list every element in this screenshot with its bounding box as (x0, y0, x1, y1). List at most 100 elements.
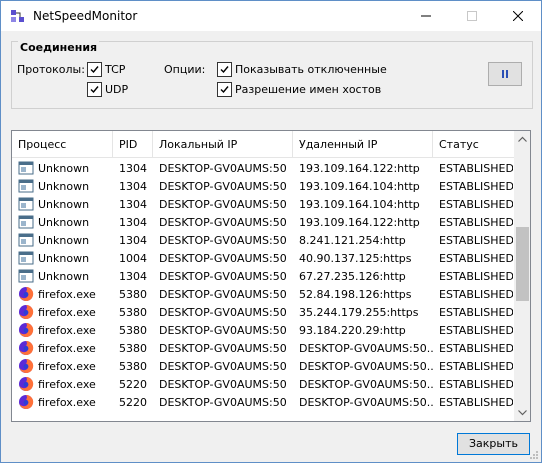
cell-status: ESTABLISHED (439, 342, 513, 355)
column-header-process[interactable]: Процесс (12, 131, 113, 157)
cell-process: firefox.exe (18, 340, 114, 358)
table-row[interactable]: Unknown 1304 DESKTOP-GV0AUMS:50... 193.109.… (12, 214, 514, 232)
cell-local-ip: DESKTOP-GV0AUMS:50... (159, 324, 286, 337)
cell-local-ip: DESKTOP-GV0AUMS:50... (159, 216, 286, 229)
table-row[interactable]: Unknown 1304 DESKTOP-GV0AUMS:50... 193.109.… (12, 178, 514, 196)
table-row[interactable]: firefox.exe 5380 DESKTOP-GV0AUMS:50... 93.1… (12, 322, 514, 340)
show-disconnected-checkbox[interactable]: Показывать отключенные (217, 62, 387, 77)
cell-remote-ip: 8.241.121.254:http (299, 234, 406, 247)
udp-checkbox-box[interactable] (87, 82, 102, 97)
protocols-label: Протоколы: (17, 63, 85, 76)
show-disconnected-checkbox-box[interactable] (217, 62, 232, 77)
scrollbar-thumb[interactable] (516, 227, 529, 301)
vertical-scrollbar[interactable] (514, 131, 530, 421)
cell-local-ip: DESKTOP-GV0AUMS:50... (159, 342, 286, 355)
cell-status: ESTABLISHED (439, 396, 513, 409)
table-row[interactable]: Unknown 1304 DESKTOP-GV0AUMS:50... 193.109.… (12, 196, 514, 214)
process-name: firefox.exe (38, 396, 96, 409)
app-window: NetSpeedMonitor Соединения Протоколы: TC… (0, 0, 542, 463)
cell-local-ip: DESKTOP-GV0AUMS:50... (159, 378, 286, 391)
table-row[interactable]: Unknown 1304 DESKTOP-GV0AUMS:50... 193.109.… (12, 160, 514, 178)
table-row[interactable]: Unknown 1004 DESKTOP-GV0AUMS:50... 40.90.13… (12, 250, 514, 268)
cell-status: ESTABLISHED (439, 324, 513, 337)
options-label: Опции: (164, 63, 206, 76)
cell-pid: 5380 (119, 288, 147, 301)
cell-status: ESTABLISHED (439, 198, 513, 211)
window-icon (18, 250, 34, 266)
firefox-icon (18, 304, 34, 320)
table-row[interactable]: firefox.exe 5380 DESKTOP-GV0AUMS:50... DESK… (12, 358, 514, 376)
udp-label: UDP (105, 83, 129, 96)
resize-grip-icon[interactable] (529, 450, 539, 460)
process-name: Unknown (38, 270, 90, 283)
process-name: firefox.exe (38, 378, 96, 391)
process-name: Unknown (38, 180, 90, 193)
cell-process: firefox.exe (18, 322, 114, 340)
cell-process: firefox.exe (18, 394, 114, 412)
tcp-checkbox[interactable]: TCP (87, 62, 125, 77)
column-header-pid[interactable]: PID (113, 131, 153, 157)
firefox-icon (18, 376, 34, 392)
process-name: firefox.exe (38, 342, 96, 355)
window-title: NetSpeedMonitor (33, 9, 138, 23)
maximize-button[interactable] (449, 1, 495, 31)
cell-remote-ip: 93.184.220.29:http (299, 324, 406, 337)
cell-process: Unknown (18, 232, 114, 250)
table-row[interactable]: firefox.exe 5380 DESKTOP-GV0AUMS:50... DESK… (12, 340, 514, 358)
process-name: firefox.exe (38, 288, 96, 301)
process-name: Unknown (38, 216, 90, 229)
scroll-down-button[interactable] (514, 405, 530, 421)
pause-button[interactable] (488, 62, 522, 86)
table-row[interactable]: firefox.exe 5220 DESKTOP-GV0AUMS:50... DESK… (12, 376, 514, 394)
close-window-button[interactable] (495, 1, 541, 31)
column-header-remote-ip[interactable]: Удаленный IP (293, 131, 433, 157)
process-name: firefox.exe (38, 360, 96, 373)
cell-status: ESTABLISHED (439, 360, 513, 373)
udp-checkbox[interactable]: UDP (87, 82, 128, 97)
cell-remote-ip: 193.109.164.122:http (299, 162, 420, 175)
table-header: Процесс PID Локальный IP Удаленный IP Ст… (12, 131, 514, 158)
cell-local-ip: DESKTOP-GV0AUMS:50... (159, 180, 286, 193)
cell-process: Unknown (18, 250, 114, 268)
cell-pid: 1304 (119, 162, 147, 175)
cell-remote-ip: 193.109.164.104:http (299, 180, 420, 193)
table-row[interactable]: Unknown 1304 DESKTOP-GV0AUMS:50... 67.27.23… (12, 268, 514, 286)
window-icon (18, 232, 34, 248)
scroll-up-button[interactable] (514, 131, 530, 147)
column-header-local-ip[interactable]: Локальный IP (153, 131, 293, 157)
cell-pid: 1004 (119, 252, 147, 265)
cell-pid: 1304 (119, 234, 147, 247)
cell-pid: 1304 (119, 180, 147, 193)
minimize-icon (421, 15, 431, 17)
column-header-status[interactable]: Статус (433, 131, 514, 157)
cell-status: ESTABLISHED (439, 180, 513, 193)
window-icon (18, 160, 34, 176)
table-row[interactable]: firefox.exe 5380 DESKTOP-GV0AUMS:50... 35.2… (12, 304, 514, 322)
table-row[interactable]: Unknown 1304 DESKTOP-GV0AUMS:50... 8.241.12… (12, 232, 514, 250)
table-row[interactable]: firefox.exe 5380 DESKTOP-GV0AUMS:50... 52.8… (12, 286, 514, 304)
connections-group-title: Соединения (18, 41, 100, 54)
cell-local-ip: DESKTOP-GV0AUMS:50... (159, 270, 286, 283)
cell-process: firefox.exe (18, 358, 114, 376)
process-name: Unknown (38, 252, 90, 265)
scroll-down-icon (517, 410, 527, 416)
cell-pid: 1304 (119, 198, 147, 211)
connections-table[interactable]: System Idle ...0DESKTOP-GV0AUMS:50...67.… (11, 130, 531, 422)
tcp-label: TCP (105, 63, 126, 76)
tcp-checkbox-box[interactable] (87, 62, 102, 77)
table-row[interactable]: firefox.exe 5220 DESKTOP-GV0AUMS:50... DESK… (12, 394, 514, 412)
minimize-button[interactable] (403, 1, 449, 31)
cell-status: ESTABLISHED (439, 234, 513, 247)
title-bar[interactable]: NetSpeedMonitor (1, 1, 541, 31)
firefox-icon (18, 322, 34, 338)
cell-remote-ip: 35.244.179.255:https (299, 306, 419, 319)
close-button[interactable]: Закрыть (457, 433, 530, 455)
table-body[interactable]: System Idle ...0DESKTOP-GV0AUMS:50...67.… (12, 149, 514, 421)
cell-status: ESTABLISHED (439, 162, 513, 175)
firefox-icon (18, 394, 34, 410)
cell-pid: 1304 (119, 216, 147, 229)
window-icon (18, 196, 34, 212)
resolve-hostnames-checkbox[interactable]: Разрешение имен хостов (217, 82, 381, 97)
cell-local-ip: DESKTOP-GV0AUMS:50... (159, 306, 286, 319)
resolve-hostnames-checkbox-box[interactable] (217, 82, 232, 97)
